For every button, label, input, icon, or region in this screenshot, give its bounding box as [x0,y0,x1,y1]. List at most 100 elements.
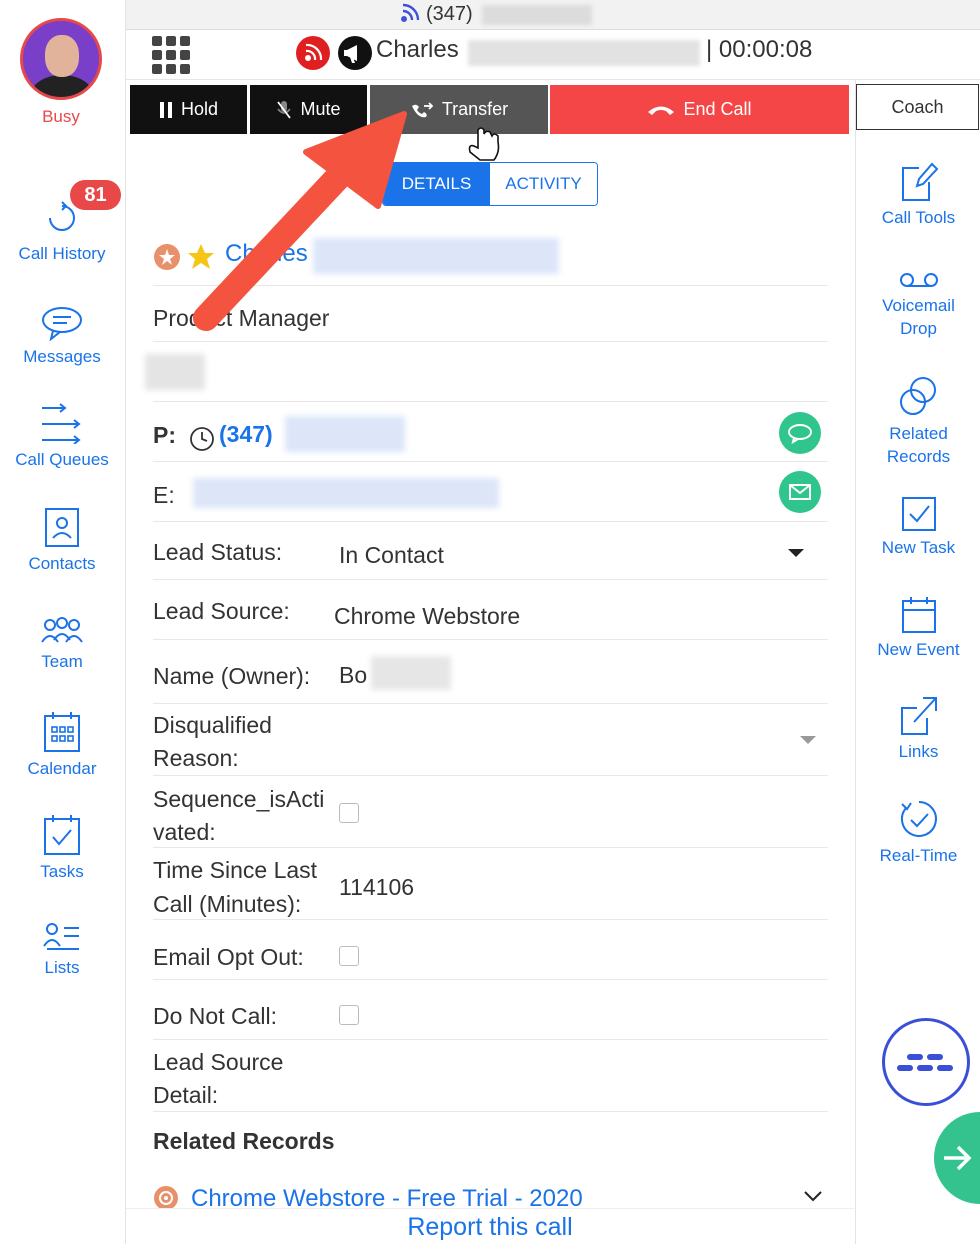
send-email-button[interactable] [779,471,821,513]
owner-value[interactable]: Bo [339,662,367,689]
sidebar-item-contacts[interactable]: Contacts [0,506,124,574]
favorite-star-icon[interactable] [186,242,216,272]
contact-card-icon [45,508,79,547]
chevron-down-icon[interactable] [787,547,805,559]
external-link-icon [900,697,937,735]
tool-label: Links [898,742,939,761]
signal-icon [401,3,420,22]
phone-number-link[interactable]: (347) [219,421,273,448]
sidebar-item-team[interactable]: Team [0,616,124,672]
edit-note-icon [901,162,938,201]
detail-tabs: DETAILS ACTIVITY [382,162,598,206]
mic-off-icon [277,100,292,119]
tool-links[interactable]: Links [856,694,980,763]
disqualified-reason-label-2: Reason: [153,745,239,771]
lead-source-detail-label-1: Lead Source [153,1049,284,1075]
owner-redacted [371,656,451,690]
assistant-chat-button[interactable] [882,1018,970,1106]
lead-source-detail-row: Lead Source Detail: [153,1040,828,1112]
call-history-badge: 81 [70,180,121,210]
sidebar-item-label: Contacts [28,554,96,573]
avatar[interactable] [20,18,102,100]
phone-row: P: (347) [153,402,828,462]
chevron-down-icon[interactable] [799,734,817,746]
tool-real-time[interactable]: Real-Time [856,798,980,867]
status-label[interactable]: Busy [0,107,122,127]
related-records-heading: Related Records [153,1128,335,1154]
lead-source-row: Lead Source: Chrome Webstore [153,580,828,640]
time-since-value: 114106 [339,874,415,900]
lead-source-label: Lead Source: [153,598,290,624]
sidebar-item-lists[interactable]: Lists [0,922,124,978]
lead-status-row: Lead Status: In Contact [153,522,828,580]
email-opt-out-checkbox[interactable] [339,946,359,966]
tool-new-task[interactable]: New Task [856,496,980,559]
call-timer: | 00:00:08 [706,36,813,63]
contact-name-link[interactable]: Charles [225,240,308,268]
email-row: E: [153,462,828,522]
lead-source-value: Chrome Webstore [334,603,521,629]
transfer-label: Transfer [441,99,509,119]
call-status-strip: (347) [126,0,980,30]
pause-icon [159,101,172,118]
report-call-link[interactable]: Report this call [126,1208,854,1244]
tab-activity[interactable]: ACTIVITY [490,163,597,205]
contact-type-icon [154,244,180,270]
sidebar-item-label: Lists [44,958,80,977]
recording-icon[interactable] [296,36,330,70]
sequence-checkbox[interactable] [339,803,359,823]
tab-details[interactable]: DETAILS [383,163,490,205]
left-sidebar: Busy Call History 81 Messages Call Queue… [0,0,126,1244]
tool-related-records[interactable]: Related Records [856,376,980,468]
tool-call-tools[interactable]: Call Tools [856,160,980,229]
tool-label: Related [889,424,948,443]
task-check-icon [44,815,80,855]
hold-button[interactable]: Hold [130,85,247,134]
dialpad-grid-icon[interactable] [152,36,190,74]
clock-icon [190,427,214,451]
opportunity-icon [154,1186,178,1208]
related-record-link[interactable]: Chrome Webstore - Free Trial - 2020 [191,1185,583,1208]
next-arrow-button[interactable] [934,1112,980,1204]
hang-up-icon [648,106,675,115]
tool-label: New Event [877,640,960,659]
sidebar-item-calendar[interactable]: Calendar [0,711,124,779]
sidebar-item-call-queues[interactable]: Call Queues [0,402,124,470]
disqualified-reason-row: Disqualified Reason: [153,704,828,776]
end-call-button[interactable]: End Call [550,85,849,134]
sidebar-item-label: Call History [18,244,106,263]
send-sms-button[interactable] [779,412,821,454]
arrow-right-icon [944,1145,972,1171]
sidebar-item-label: Messages [23,347,101,366]
lead-status-select[interactable]: In Contact [339,542,444,569]
time-since-last-call-row: Time Since Last Call (Minutes): 114106 [153,848,828,920]
related-record-item[interactable]: Chrome Webstore - Free Trial - 2020 [153,1182,828,1208]
do-not-call-checkbox[interactable] [339,1005,359,1025]
tool-label: Real-Time [879,846,958,865]
chevron-down-icon[interactable] [803,1190,823,1202]
tool-label: Voicemail [882,296,955,315]
transfer-button[interactable]: Transfer [370,85,548,134]
sequence-label-2: vated: [153,819,216,845]
caller-name-redacted [468,40,700,66]
sidebar-item-label: Tasks [40,862,84,881]
email-opt-out-label: Email Opt Out: [153,944,304,970]
calendar-icon [44,712,80,752]
email-label: E: [153,482,175,508]
tool-new-event[interactable]: New Event [856,596,980,661]
email-redacted[interactable] [193,478,499,508]
tool-label: New Task [881,538,956,557]
sidebar-item-messages[interactable]: Messages [0,305,124,367]
phone-label: P: [153,422,176,448]
contact-company-row [145,342,828,402]
owner-row: Name (Owner): Bo [153,640,828,704]
sidebar-item-label: Call Queues [15,450,109,469]
tool-voicemail-drop[interactable]: Voicemail Drop [856,270,980,340]
sequence-label-1: Sequence_isActi [153,786,325,812]
mute-label: Mute [300,99,341,119]
sms-bubble-icon [788,424,812,445]
megaphone-icon[interactable] [338,36,372,70]
chat-icon [42,307,82,341]
mute-button[interactable]: Mute [250,85,367,134]
sidebar-item-tasks[interactable]: Tasks [0,814,124,882]
